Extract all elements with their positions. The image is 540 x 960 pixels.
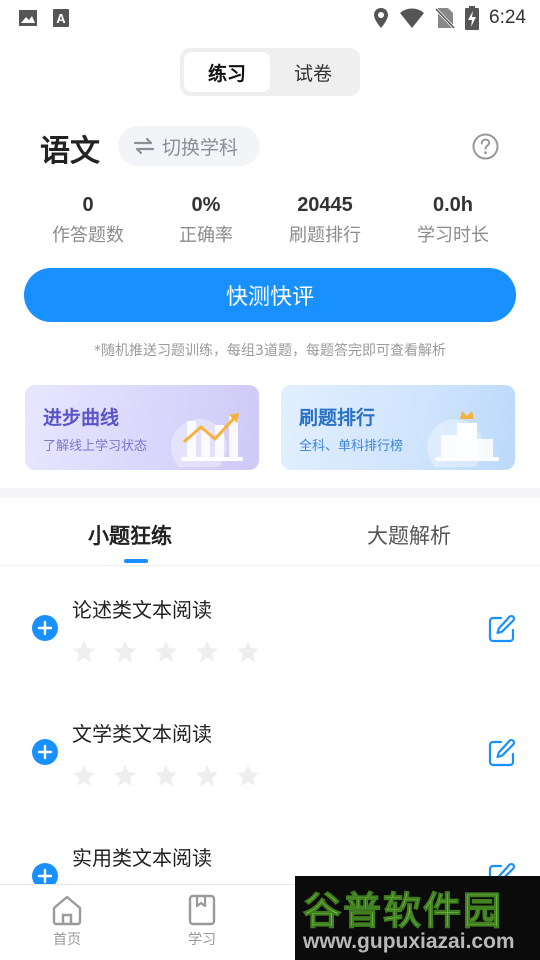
segment-practice[interactable]: 练习 (184, 52, 270, 92)
list-item[interactable]: 文学类文本阅读 (0, 702, 540, 822)
image-icon (19, 10, 37, 26)
nav-label: 学习 (188, 932, 216, 948)
star-icon (196, 765, 218, 786)
stat-label: 正确率 (179, 225, 233, 246)
no-sim-icon (435, 7, 456, 29)
item-title: 论述类文本阅读 (72, 598, 212, 622)
star-icon (155, 765, 177, 786)
card-title: 刷题排行 (299, 407, 376, 429)
card-title: 进步曲线 (43, 407, 120, 429)
quick-test-button[interactable]: 快测快评 (24, 268, 516, 322)
watermark-url: www.gupuxiazai.com (303, 930, 515, 953)
card-subtitle: 全科、单科排行榜 (299, 439, 404, 454)
watermark-name: 谷普软件园 (302, 889, 504, 934)
swap-icon (133, 137, 155, 155)
mode-segmented-control: 练习 试卷 (180, 48, 360, 96)
wifi-icon (400, 8, 425, 28)
svg-text:A: A (56, 11, 66, 26)
star-icon (237, 765, 259, 786)
home-icon (52, 895, 82, 926)
nav-label: 首页 (53, 932, 81, 948)
status-time: 6:24 (489, 7, 526, 28)
help-icon[interactable] (472, 133, 499, 160)
app-screen: A 6:24 练习 试卷 语文 切换学科 0 作答题数 0% 正确率 20445… (0, 0, 540, 960)
edit-icon[interactable] (487, 614, 517, 644)
stat-value: 0 (82, 194, 94, 216)
list-item[interactable]: 论述类文本阅读 (0, 578, 540, 698)
segment-exam[interactable]: 试卷 (270, 52, 356, 92)
plus-circle-icon[interactable] (32, 615, 58, 641)
section-divider (0, 488, 540, 498)
stat-ranking[interactable]: 20445 刷题排行 (265, 194, 385, 247)
item-title: 实用类文本阅读 (72, 846, 212, 870)
star-icon (73, 765, 95, 786)
star-icon (114, 641, 136, 662)
stat-label: 作答题数 (52, 225, 124, 246)
star-rating (72, 764, 260, 788)
battery-charging-icon (465, 6, 480, 30)
edit-icon[interactable] (487, 738, 517, 768)
switch-subject-button[interactable]: 切换学科 (118, 126, 260, 166)
tab-divider (0, 565, 540, 566)
star-icon (114, 765, 136, 786)
ranking-card[interactable]: 刷题排行 全科、单科排行榜 (281, 385, 515, 470)
stat-label: 刷题排行 (289, 225, 361, 246)
stat-answered: 0 作答题数 (28, 194, 148, 247)
nav-home[interactable]: 首页 (37, 893, 97, 949)
tab-indicator (124, 559, 148, 563)
status-bar: A 6:24 (0, 0, 540, 36)
watermark-logo: 谷普软件园 www.gupuxiazai.com (295, 876, 540, 960)
star-icon (73, 641, 95, 662)
stat-value: 0% (191, 194, 221, 216)
stat-label: 学习时长 (417, 225, 489, 246)
tab-big-questions[interactable]: 大题解析 (367, 520, 451, 550)
progress-curve-card[interactable]: 进步曲线 了解线上学习状态 (25, 385, 259, 470)
stat-value: 20445 (297, 194, 353, 216)
stat-value: 0.0h (432, 194, 474, 216)
line-chart-icon (171, 413, 243, 467)
star-icon (196, 641, 218, 662)
card-subtitle: 了解线上学习状态 (43, 439, 148, 454)
nav-study[interactable]: 学习 (172, 893, 232, 949)
star-icon (155, 641, 177, 662)
location-icon (374, 8, 389, 28)
item-title: 文学类文本阅读 (72, 722, 212, 746)
subject-title: 语文 (40, 134, 100, 169)
tab-small-questions[interactable]: 小题狂练 (88, 520, 172, 550)
book-icon (188, 894, 216, 926)
quick-test-hint: *随机推送习题训练，每组3道题，每题答完即可查看解析 (94, 343, 446, 359)
star-rating (72, 640, 260, 664)
switch-subject-label: 切换学科 (162, 136, 239, 159)
podium-icon (427, 411, 499, 467)
star-icon (237, 641, 259, 662)
text-a-icon: A (53, 9, 69, 27)
stat-accuracy: 0% 正确率 (146, 194, 266, 247)
plus-circle-icon[interactable] (32, 739, 58, 765)
stat-study-time: 0.0h 学习时长 (393, 194, 513, 247)
